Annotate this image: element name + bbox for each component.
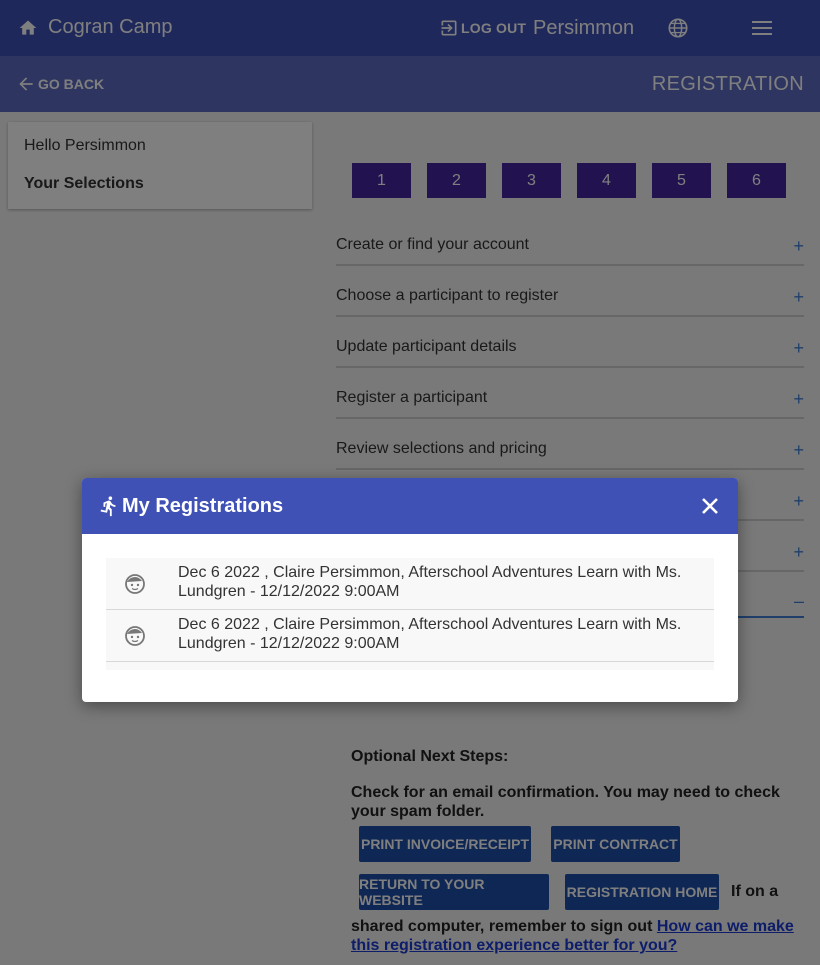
registrations-list: Dec 6 2022 , Claire Persimmon, Afterscho… <box>106 558 714 670</box>
list-item: Dec 6 2022 , Claire Persimmon, Afterscho… <box>106 610 714 662</box>
dialog-title: My Registrations <box>122 495 284 517</box>
close-icon[interactable] <box>700 496 720 516</box>
list-item: Dec 6 2022 , Claire Persimmon, Afterscho… <box>106 558 714 610</box>
child-face-icon <box>125 626 145 646</box>
my-registrations-dialog: My Registrations Dec 6 2022 , Claire Per… <box>82 478 738 702</box>
dialog-header: My Registrations <box>82 478 738 534</box>
registration-text: Dec 6 2022 , Claire Persimmon, Afterscho… <box>178 616 682 652</box>
runner-icon <box>100 496 116 517</box>
registration-text: Dec 6 2022 , Claire Persimmon, Afterscho… <box>178 564 682 600</box>
child-face-icon <box>125 574 145 594</box>
